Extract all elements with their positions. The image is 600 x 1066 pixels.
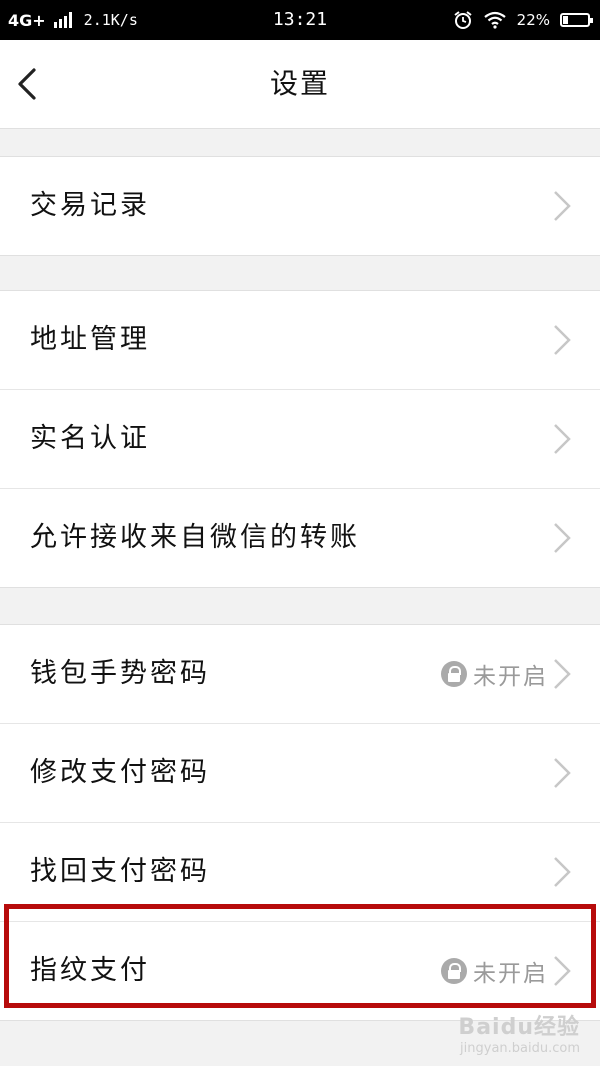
group-security: 钱包手势密码 未开启 修改支付密码 找回支付密码 指纹支付 未开启 <box>0 624 600 1021</box>
row-gesture-password[interactable]: 钱包手势密码 未开启 <box>0 625 600 724</box>
wifi-icon <box>483 11 506 29</box>
row-real-name-verification[interactable]: 实名认证 <box>0 390 600 489</box>
row-label: 修改支付密码 <box>30 757 210 788</box>
row-change-payment-password[interactable]: 修改支付密码 <box>0 724 600 823</box>
lock-icon <box>441 661 467 687</box>
chevron-right-icon <box>554 523 571 553</box>
row-fingerprint-payment[interactable]: 指纹支付 未开启 <box>0 922 600 1020</box>
chevron-right-icon <box>554 424 571 454</box>
status-text: 未开启 <box>473 961 548 987</box>
lock-icon <box>441 958 467 984</box>
chevron-right-icon <box>554 857 571 887</box>
chevron-right-icon <box>554 325 571 355</box>
battery-icon <box>560 13 593 27</box>
row-allow-wechat-transfer[interactable]: 允许接收来自微信的转账 <box>0 489 600 587</box>
group-history: 交易记录 <box>0 156 600 256</box>
nav-bar: 设置 <box>0 40 600 129</box>
row-label: 钱包手势密码 <box>30 658 210 689</box>
row-label: 交易记录 <box>30 190 150 221</box>
alarm-icon <box>454 11 472 29</box>
battery-fill <box>563 16 568 24</box>
row-status: 未开启 <box>441 922 548 1020</box>
row-label: 允许接收来自微信的转账 <box>30 522 360 553</box>
status-right: 22% <box>453 0 593 40</box>
status-text: 未开启 <box>473 664 548 690</box>
chevron-right-icon <box>554 758 571 788</box>
chevron-right-icon <box>554 659 571 689</box>
page-title: 设置 <box>269 67 330 100</box>
row-label: 指纹支付 <box>30 955 150 986</box>
watermark: Baidu经验 jingyan.baidu.com <box>458 1009 580 1056</box>
row-address-management[interactable]: 地址管理 <box>0 291 600 390</box>
watermark-logo: Baidu经验 <box>458 1015 580 1040</box>
row-label: 找回支付密码 <box>30 856 210 887</box>
row-status: 未开启 <box>441 625 548 723</box>
row-recover-payment-password[interactable]: 找回支付密码 <box>0 823 600 922</box>
chevron-right-icon <box>554 956 571 986</box>
battery-percent: 22% <box>516 11 550 29</box>
status-bar: 4G+ 2.1K/s 13:21 22% <box>0 0 600 40</box>
chevron-right-icon <box>554 191 571 221</box>
row-label: 实名认证 <box>30 423 150 454</box>
row-transaction-history[interactable]: 交易记录 <box>0 157 600 255</box>
group-account: 地址管理 实名认证 允许接收来自微信的转账 <box>0 290 600 588</box>
row-label: 地址管理 <box>30 324 150 355</box>
watermark-url: jingyan.baidu.com <box>460 1041 580 1056</box>
